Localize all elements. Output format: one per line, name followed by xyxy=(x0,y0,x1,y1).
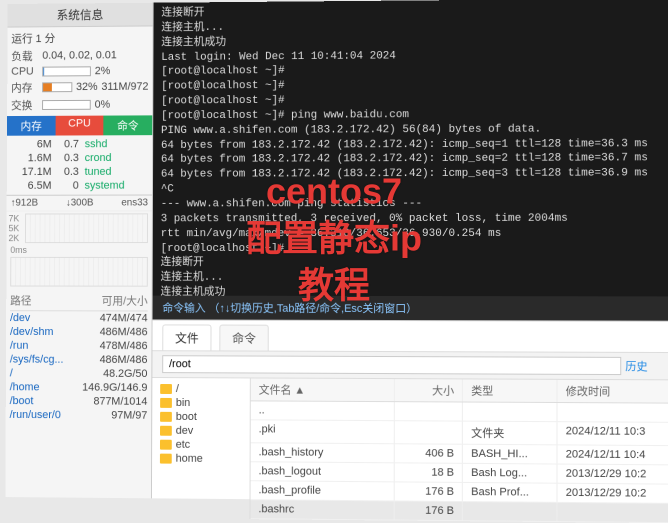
tree-item[interactable]: boot xyxy=(160,410,242,424)
terminal[interactable]: 连接断开 连接主机... 连接主机成功 Last login: Wed Dec … xyxy=(153,0,668,296)
col-name[interactable]: 文件名 ▲ xyxy=(251,378,395,401)
proc-row[interactable]: 1.6M0.3crond xyxy=(11,151,148,165)
y-7k: 7K xyxy=(9,214,20,224)
tab-file[interactable]: 文件 xyxy=(162,324,211,350)
latency-graph xyxy=(10,257,148,287)
path-col: 路径 xyxy=(10,292,31,308)
mem-label: 内存 xyxy=(11,79,38,95)
uptime: 运行 1 分 xyxy=(11,30,55,46)
cpu-label: CPU xyxy=(11,66,38,78)
proc-row[interactable]: 6.5M0systemd xyxy=(11,179,148,193)
col-size[interactable]: 大小 xyxy=(395,379,463,401)
path-row[interactable]: /sys/fs/cg...486M/486 xyxy=(10,353,148,367)
folder-icon xyxy=(160,454,172,464)
load-label: 负载 xyxy=(11,48,38,64)
mem-bar xyxy=(42,82,72,92)
proc-row[interactable]: 6M0.7sshd xyxy=(11,137,148,151)
history-link[interactable]: 历史 xyxy=(625,358,660,374)
tree-item[interactable]: bin xyxy=(160,396,242,410)
sysinfo-title: 系统信息 xyxy=(8,3,153,28)
y-5k: 5K xyxy=(9,223,20,233)
file-panel: 文件 命令 /root 历史 /binbootdevetchome 文件名 ▲ … xyxy=(152,319,668,502)
file-row[interactable]: .bashrc176 B xyxy=(250,500,668,523)
path-row[interactable]: /run/user/097M/97 xyxy=(10,408,148,423)
cpu-pct: 2% xyxy=(95,65,111,77)
path-row[interactable]: /dev/shm486M/486 xyxy=(10,325,148,339)
load-value: 0.04, 0.02, 0.01 xyxy=(42,49,116,61)
swap-bar xyxy=(42,100,91,110)
col-type[interactable]: 类型 xyxy=(463,379,557,402)
path-row[interactable]: /dev474M/474 xyxy=(10,311,148,325)
sidebar: 系统信息 运行 1 分 负载 0.04, 0.02, 0.01 CPU 2% 内… xyxy=(5,3,153,499)
folder-icon xyxy=(160,398,172,408)
col-mtime[interactable]: 修改时间 xyxy=(558,380,668,403)
proc-table: 6M0.7sshd1.6M0.3crond17.1M0.3tuned6.5M0s… xyxy=(7,135,152,196)
folder-icon xyxy=(160,384,172,394)
folder-icon xyxy=(160,440,172,450)
net-up: ↑912B xyxy=(11,198,39,209)
size-col: 可用/大小 xyxy=(102,293,148,309)
y-0ms: 0ms xyxy=(6,245,151,255)
folder-tree[interactable]: /binbootdevetchome xyxy=(152,378,251,519)
file-row[interactable]: .. xyxy=(251,401,668,422)
net-down: ↓300B xyxy=(66,198,94,209)
path-row[interactable]: /48.2G/50 xyxy=(10,366,148,380)
tab-cpu[interactable]: CPU xyxy=(55,116,103,136)
tree-item[interactable]: etc xyxy=(160,438,242,453)
file-row[interactable]: .pki文件夹2024/12/11 10:3 xyxy=(251,420,668,446)
path-row[interactable]: /run478M/486 xyxy=(10,339,148,353)
mem-pct: 32% xyxy=(76,81,98,93)
cmd-hint: 命令输入 （↑↓切换历史,Tab路径/命令,Esc关闭窗口） xyxy=(153,296,668,321)
tab-command[interactable]: 命令 xyxy=(219,325,268,351)
path-row[interactable]: /boot877M/1014 xyxy=(10,394,148,409)
tree-item[interactable]: dev xyxy=(160,424,242,438)
proc-tabbar: 内存 CPU 命令 xyxy=(7,115,152,135)
net-graph xyxy=(25,213,148,243)
y-2k: 2K xyxy=(8,233,19,243)
proc-row[interactable]: 17.1M0.3tuned xyxy=(11,165,148,179)
swap-pct: 0% xyxy=(95,99,111,111)
mem-val: 311M/972 xyxy=(101,81,148,93)
folder-icon xyxy=(160,426,172,436)
net-iface: ens33 xyxy=(121,198,148,209)
tab-cmd[interactable]: 命令 xyxy=(104,115,153,135)
tree-item[interactable]: / xyxy=(160,382,242,396)
path-input[interactable]: /root xyxy=(162,355,621,375)
swap-label: 交换 xyxy=(11,97,38,113)
tab-mem[interactable]: 内存 xyxy=(7,116,55,136)
folder-icon xyxy=(160,412,172,422)
file-list[interactable]: 文件名 ▲ 大小 类型 修改时间 ...pki文件夹2024/12/11 10:… xyxy=(250,378,668,523)
path-row[interactable]: /home146.9G/146.9 xyxy=(10,380,148,395)
cpu-bar xyxy=(42,66,91,76)
tree-item[interactable]: home xyxy=(160,452,242,467)
